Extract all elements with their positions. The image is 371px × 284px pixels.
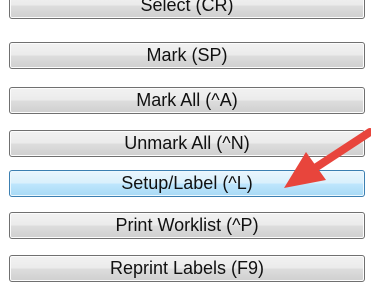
select-button[interactable]: Select (CR) [9,0,365,19]
arrow-icon [284,128,371,188]
print-worklist-button[interactable]: Print Worklist (^P) [9,212,365,239]
reprint-labels-button[interactable]: Reprint Labels (F9) [9,255,365,282]
button-panel: Select (CR) Mark (SP) Mark All (^A) Unma… [0,0,371,284]
mark-all-button[interactable]: Mark All (^A) [9,87,365,114]
mark-button[interactable]: Mark (SP) [9,42,365,69]
